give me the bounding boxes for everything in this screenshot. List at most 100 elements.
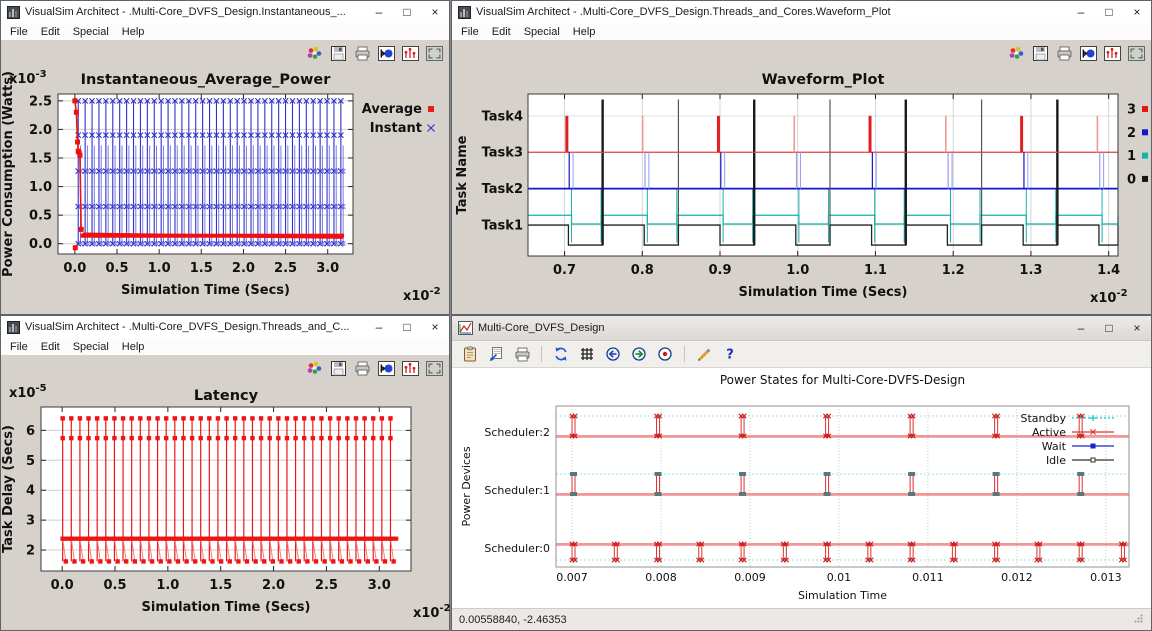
- menu-file[interactable]: File: [10, 341, 28, 353]
- svg-text:x10-5: x10-5: [9, 383, 47, 401]
- latency-chart[interactable]: 234560.00.51.01.52.02.53.0Latencyx10-5Ta…: [1, 381, 451, 631]
- window-instantaneous-average-power: VisualSim Architect - .Multi-Core_DVFS_D…: [0, 0, 450, 315]
- titlebar[interactable]: VisualSim Architect - .Multi-Core_DVFS_D…: [452, 1, 1151, 23]
- svg-text:2.0: 2.0: [232, 261, 255, 276]
- instantaneous-average-power-chart[interactable]: 0.00.51.01.52.02.50.00.51.01.52.02.53.0I…: [1, 66, 451, 316]
- close-button[interactable]: ×: [421, 316, 449, 338]
- maximize-button[interactable]: □: [393, 316, 421, 338]
- menu-help[interactable]: Help: [573, 26, 596, 38]
- minimize-button[interactable]: –: [1067, 1, 1095, 23]
- svg-text:2.5: 2.5: [274, 261, 297, 276]
- minimize-button[interactable]: –: [365, 1, 393, 23]
- maximize-button[interactable]: □: [1095, 316, 1123, 340]
- svg-text:x10-2: x10-2: [413, 603, 451, 621]
- cursor-coordinates: 0.00558840, -2.46353: [459, 614, 567, 626]
- close-button[interactable]: ×: [1123, 1, 1151, 23]
- help-icon[interactable]: ?: [719, 344, 741, 364]
- svg-text:Task3: Task3: [482, 146, 523, 161]
- svg-text:0.5: 0.5: [105, 261, 128, 276]
- maximize-button[interactable]: □: [1095, 1, 1123, 23]
- menu-file[interactable]: File: [461, 26, 479, 38]
- clipboard-icon[interactable]: [459, 344, 481, 364]
- svg-text:Task2: Task2: [482, 182, 523, 197]
- menu-special[interactable]: Special: [73, 341, 109, 353]
- svg-text:1.4: 1.4: [1097, 263, 1120, 278]
- reset-view-icon[interactable]: [1077, 43, 1099, 63]
- edit-icon[interactable]: [693, 344, 715, 364]
- svg-text:Scheduler:1: Scheduler:1: [484, 484, 550, 497]
- zoom-in-icon[interactable]: [602, 344, 624, 364]
- svg-text:0.012: 0.012: [1001, 571, 1033, 584]
- plot-format-icon[interactable]: [1101, 43, 1123, 63]
- plot-format-icon[interactable]: [399, 43, 421, 63]
- menu-help[interactable]: Help: [122, 341, 145, 353]
- design-toolbar: ?: [452, 341, 1151, 368]
- waveform-plot-chart[interactable]: 0.70.80.91.01.11.21.31.4Task4Task3Task2T…: [452, 66, 1151, 316]
- palette-icon[interactable]: [303, 358, 325, 378]
- palette-icon[interactable]: [303, 43, 325, 63]
- minimize-button[interactable]: –: [365, 316, 393, 338]
- power-states-chart[interactable]: 0.0070.0080.0090.010.0110.0120.013Schedu…: [452, 368, 1151, 608]
- svg-text:Active: Active: [1032, 426, 1066, 439]
- svg-text:Power Devices: Power Devices: [460, 446, 473, 526]
- svg-text:0.7: 0.7: [553, 263, 576, 278]
- plot-format-icon[interactable]: [399, 358, 421, 378]
- svg-text:2.0: 2.0: [29, 123, 52, 138]
- svg-text:3: 3: [26, 514, 35, 529]
- svg-text:1.1: 1.1: [864, 263, 887, 278]
- menu-edit[interactable]: Edit: [41, 26, 60, 38]
- export-icon[interactable]: [485, 344, 507, 364]
- print-icon[interactable]: [351, 43, 373, 63]
- zoom-out-icon[interactable]: [628, 344, 650, 364]
- resize-grip-icon[interactable]: [1133, 613, 1144, 627]
- visualsim-app-icon: [7, 6, 20, 19]
- window-latency: VisualSim Architect - .Multi-Core_DVFS_D…: [0, 315, 450, 631]
- menu-help[interactable]: Help: [122, 26, 145, 38]
- reset-view-icon[interactable]: [375, 43, 397, 63]
- svg-text:Simulation Time (Secs): Simulation Time (Secs): [121, 283, 290, 298]
- save-icon[interactable]: [1029, 43, 1051, 63]
- menu-edit[interactable]: Edit: [492, 26, 511, 38]
- minimize-button[interactable]: –: [1067, 316, 1095, 340]
- svg-text:Task Delay (Secs): Task Delay (Secs): [1, 425, 16, 553]
- print-icon[interactable]: [351, 358, 373, 378]
- maximize-button[interactable]: □: [393, 1, 421, 23]
- print-icon[interactable]: [1053, 43, 1075, 63]
- menu-special[interactable]: Special: [524, 26, 560, 38]
- reset-view-icon[interactable]: [375, 358, 397, 378]
- close-button[interactable]: ×: [1123, 316, 1151, 340]
- fullscreen-icon[interactable]: [423, 358, 445, 378]
- close-button[interactable]: ×: [421, 1, 449, 23]
- svg-text:Wait: Wait: [1042, 440, 1067, 453]
- svg-text:2: 2: [26, 544, 35, 559]
- svg-text:0.008: 0.008: [645, 571, 677, 584]
- svg-text:Standby: Standby: [1021, 412, 1067, 425]
- svg-text:1.0: 1.0: [156, 578, 179, 593]
- save-icon[interactable]: [327, 358, 349, 378]
- fullscreen-icon[interactable]: [1125, 43, 1147, 63]
- menu-special[interactable]: Special: [73, 26, 109, 38]
- svg-text:Idle: Idle: [1046, 454, 1066, 467]
- titlebar[interactable]: VisualSim Architect - .Multi-Core_DVFS_D…: [1, 1, 449, 23]
- svg-text:Instantaneous_Average_Power: Instantaneous_Average_Power: [81, 72, 332, 88]
- svg-text:3.0: 3.0: [368, 578, 391, 593]
- fullscreen-icon[interactable]: [423, 43, 445, 63]
- zoom-fit-icon[interactable]: [654, 344, 676, 364]
- refresh-icon[interactable]: [550, 344, 572, 364]
- svg-text:3.0: 3.0: [316, 261, 339, 276]
- titlebar[interactable]: Multi-Core_DVFS_Design – □ ×: [452, 316, 1151, 341]
- desktop: VisualSim Architect - .Multi-Core_DVFS_D…: [0, 0, 1152, 631]
- svg-text:0.0: 0.0: [29, 237, 52, 252]
- svg-text:0.5: 0.5: [103, 578, 126, 593]
- svg-text:0: 0: [1127, 172, 1136, 187]
- grid-icon[interactable]: [576, 344, 598, 364]
- print-icon[interactable]: [511, 344, 533, 364]
- toolbar-separator: [541, 346, 542, 362]
- palette-icon[interactable]: [1005, 43, 1027, 63]
- menu-file[interactable]: File: [10, 26, 28, 38]
- svg-text:Instant: Instant: [370, 121, 422, 136]
- titlebar[interactable]: VisualSim Architect - .Multi-Core_DVFS_D…: [1, 316, 449, 338]
- save-icon[interactable]: [327, 43, 349, 63]
- svg-text:?: ?: [726, 348, 734, 363]
- menu-edit[interactable]: Edit: [41, 341, 60, 353]
